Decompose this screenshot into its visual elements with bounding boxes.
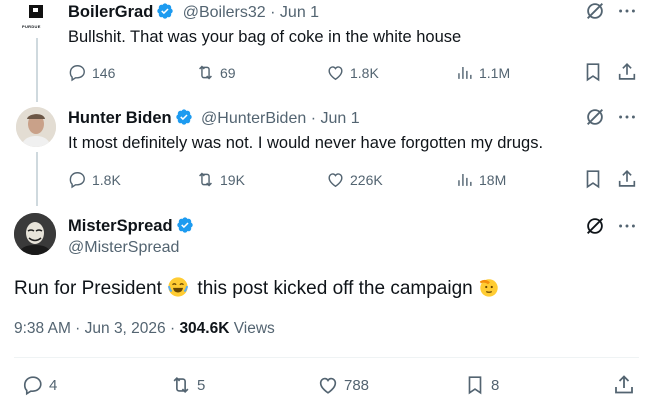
tweet-header: Hunter Biden @HunterBiden · Jun 1 — [68, 108, 360, 128]
views-button[interactable]: 1.1M — [455, 63, 510, 82]
like-button[interactable]: 788 — [317, 374, 369, 396]
views-icon — [458, 66, 472, 79]
like-button[interactable]: 1.8K — [326, 63, 379, 82]
user-handle[interactable]: @Boilers32 — [183, 4, 266, 21]
display-name[interactable]: BoilerGrad — [68, 3, 153, 21]
user-handle[interactable]: @HunterBiden — [201, 110, 306, 127]
retweet-icon — [173, 376, 189, 394]
reply-icon — [23, 376, 42, 396]
bookmark-count: 8 — [491, 376, 500, 394]
like-button[interactable]: 226K — [326, 170, 383, 189]
verified-icon — [175, 109, 192, 125]
retweet-button[interactable]: 5 — [170, 374, 205, 396]
reply-count: 146 — [92, 64, 116, 81]
more-icon — [619, 224, 635, 228]
avatar[interactable] — [14, 213, 56, 255]
views-icon — [458, 173, 472, 186]
main-tweet-text: Run for President this post kicked off t… — [14, 276, 500, 300]
like-icon — [319, 377, 337, 394]
verified-icon — [176, 217, 193, 233]
saluting-emoji — [479, 279, 498, 297]
views-button[interactable]: 18M — [455, 170, 506, 189]
main-author: MisterSpread — [68, 216, 194, 236]
retweet-count: 19K — [220, 171, 245, 188]
thread-line — [36, 38, 38, 102]
avatar[interactable] — [16, 107, 56, 147]
retweet-button[interactable]: 69 — [196, 63, 236, 82]
views-count: 1.1M — [479, 64, 511, 81]
like-icon — [328, 66, 343, 81]
share-button[interactable] — [612, 373, 636, 397]
tweet-date[interactable]: · Jun 1 — [311, 110, 360, 127]
avatar-photo — [14, 213, 56, 255]
like-count: 226K — [350, 171, 383, 188]
avatar-photo — [16, 107, 56, 147]
share-button[interactable] — [616, 168, 638, 190]
display-name[interactable]: MisterSpread — [68, 217, 173, 235]
tweet-text: It most definitely was not. I would neve… — [68, 134, 544, 152]
more-icon — [619, 115, 635, 119]
reply-button[interactable]: 146 — [68, 63, 115, 82]
reply-button[interactable]: 4 — [22, 374, 57, 396]
more-button[interactable] — [616, 215, 638, 237]
tweet-header: BoilerGrad @Boilers32 · Jun 1 — [68, 2, 319, 22]
retweet-button[interactable]: 19K — [196, 170, 245, 189]
like-count: 788 — [344, 376, 370, 394]
share-icon — [618, 63, 636, 80]
grok-icon — [587, 3, 603, 19]
more-button[interactable] — [616, 0, 638, 22]
divider — [14, 357, 639, 358]
display-name[interactable]: Hunter Biden — [68, 109, 172, 127]
bookmark-button[interactable]: 8 — [464, 374, 499, 396]
views-label: Views — [233, 320, 275, 337]
laughing-emoji — [167, 277, 189, 297]
bookmark-icon — [586, 63, 600, 82]
more-button[interactable] — [616, 106, 638, 128]
retweet-icon — [199, 172, 212, 187]
reply-count: 4 — [49, 376, 58, 394]
reply-icon — [69, 65, 85, 82]
tweet-date[interactable]: · Jun 1 — [270, 4, 319, 21]
share-icon — [618, 170, 636, 187]
grok-button[interactable] — [584, 0, 606, 22]
avatar-caption: PURDUE — [22, 24, 41, 29]
thread-line — [36, 152, 38, 206]
views-total: 304.6K — [179, 320, 230, 337]
reply-icon — [69, 172, 85, 189]
bookmark-button[interactable] — [582, 61, 604, 83]
text-part: Run for President — [14, 278, 162, 299]
retweet-count: 69 — [220, 64, 236, 81]
bookmark-icon — [468, 376, 482, 395]
share-icon — [615, 375, 633, 394]
retweet-count: 5 — [197, 376, 206, 394]
grok-icon — [587, 109, 603, 125]
reply-count: 1.8K — [92, 171, 121, 188]
like-count: 1.8K — [350, 64, 379, 81]
grok-button[interactable] — [584, 106, 606, 128]
user-handle[interactable]: @MisterSpread — [68, 239, 179, 257]
like-icon — [328, 173, 343, 188]
tweet-timestamp[interactable]: 9:38 AM · Jun 3, 2026 · — [14, 320, 175, 337]
grok-button[interactable] — [584, 215, 606, 237]
more-icon — [619, 9, 635, 13]
tweet-text: Bullshit. That was your bag of coke in t… — [68, 28, 462, 46]
tweet-meta: 9:38 AM · Jun 3, 2026 · 304.6K Views — [14, 320, 275, 338]
share-button[interactable] — [616, 61, 638, 83]
retweet-icon — [199, 65, 212, 80]
reply-button[interactable]: 1.8K — [68, 170, 121, 189]
views-count: 18M — [479, 171, 507, 188]
bookmark-icon — [586, 170, 600, 189]
text-part: this post kicked off the campaign — [197, 278, 473, 299]
grok-icon — [587, 218, 603, 234]
verified-icon — [157, 3, 173, 19]
bookmark-button[interactable] — [582, 168, 604, 190]
